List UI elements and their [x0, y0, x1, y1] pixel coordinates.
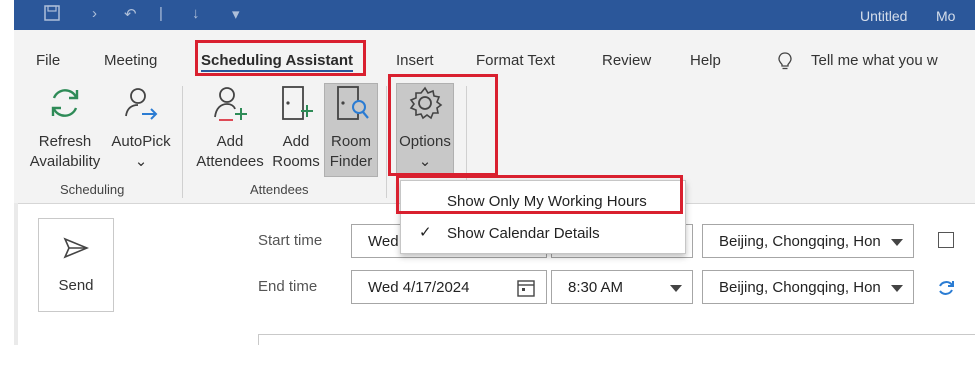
autopick-label: AutoPick — [111, 133, 171, 150]
checkmark-icon: ✓ — [419, 224, 432, 241]
calendar-icon[interactable] — [516, 278, 536, 302]
group-label-scheduling: Scheduling — [60, 182, 125, 197]
person-search-icon — [108, 84, 174, 128]
add-person-icon — [194, 84, 266, 128]
group-divider — [386, 86, 387, 198]
options-menu: Show Only My Working Hours ✓ Show Calend… — [400, 180, 686, 254]
title-bar: › ↶ | ↓ ▾ Untitled Mo — [14, 0, 975, 30]
tab-insert[interactable]: Insert — [396, 52, 434, 69]
add-rooms-label-2: Rooms — [272, 153, 320, 170]
message-body[interactable] — [258, 334, 975, 345]
room-finder-label-1: Room — [330, 133, 371, 150]
send-arrow-icon[interactable]: › — [92, 5, 97, 22]
end-time-dropdown[interactable]: 8:30 AM — [551, 270, 693, 304]
send-button[interactable]: Send — [38, 218, 114, 312]
room-search-icon — [325, 84, 377, 128]
dropdown-caret-icon — [891, 239, 903, 246]
add-attendees-button[interactable]: Add Attendees — [194, 84, 266, 172]
add-attendees-label-2: Attendees — [196, 153, 264, 170]
customize-icon[interactable]: ▾ — [232, 5, 240, 23]
tab-format-text[interactable]: Format Text — [476, 52, 555, 69]
add-room-icon — [268, 84, 324, 128]
refresh-icon — [26, 84, 104, 128]
separator-icon: | — [159, 5, 163, 22]
dropdown-caret-icon — [670, 285, 682, 292]
account-name[interactable]: Mo — [936, 8, 955, 24]
window-title: Untitled — [860, 8, 908, 24]
recurrence-icon[interactable] — [936, 278, 956, 303]
down-arrow-icon[interactable]: ↓ — [192, 5, 200, 22]
add-rooms-button[interactable]: Add Rooms — [268, 84, 324, 172]
end-timezone-dropdown[interactable]: Beijing, Chongqing, Hon — [702, 270, 914, 304]
end-timezone-value: Beijing, Chongqing, Hon — [719, 279, 881, 296]
tab-scheduling-assistant[interactable]: Scheduling Assistant — [201, 52, 353, 72]
send-label: Send — [58, 277, 94, 294]
options-button[interactable]: Options ⌄ — [396, 83, 454, 177]
menu-item-label: Show Calendar Details — [447, 225, 600, 242]
lightbulb-icon — [777, 52, 793, 74]
ribbon-tabs: File Meeting Scheduling Assistant Insert… — [14, 30, 975, 78]
chevron-down-icon: ⌄ — [134, 153, 148, 170]
outlook-window: › ↶ | ↓ ▾ Untitled Mo File Meeting Sched… — [14, 0, 975, 345]
left-rail — [14, 203, 18, 345]
end-time-label: End time — [258, 278, 318, 295]
all-day-checkbox[interactable] — [938, 232, 954, 248]
save-icon[interactable] — [44, 5, 60, 25]
gear-icon — [397, 84, 453, 128]
add-rooms-label-1: Add — [282, 133, 310, 150]
tab-file[interactable]: File — [36, 52, 60, 69]
menu-item-show-working-hours[interactable]: Show Only My Working Hours — [401, 185, 685, 217]
group-divider — [182, 86, 183, 198]
tell-me-search[interactable]: Tell me what you w — [811, 52, 938, 69]
end-date-value: Wed 4/17/2024 — [368, 279, 470, 296]
menu-item-show-calendar-details[interactable]: ✓ Show Calendar Details — [401, 217, 685, 249]
add-attendees-label-1: Add — [216, 133, 244, 150]
start-date-value: Wed — [368, 233, 399, 250]
start-timezone-value: Beijing, Chongqing, Hon — [719, 233, 881, 250]
room-finder-label-2: Finder — [329, 153, 373, 170]
tab-help[interactable]: Help — [690, 52, 721, 69]
room-finder-button[interactable]: Room Finder — [324, 83, 378, 177]
end-time-value: 8:30 AM — [568, 279, 624, 296]
start-timezone-dropdown[interactable]: Beijing, Chongqing, Hon — [702, 224, 914, 258]
tab-review[interactable]: Review — [602, 52, 651, 69]
menu-item-label: Show Only My Working Hours — [447, 193, 647, 210]
refresh-label-2: Availability — [29, 153, 101, 170]
group-label-attendees: Attendees — [250, 182, 309, 197]
chevron-down-icon: ⌄ — [418, 153, 432, 170]
refresh-availability-button[interactable]: Refresh Availability — [26, 84, 104, 172]
dropdown-caret-icon — [891, 285, 903, 292]
options-label: Options — [399, 133, 451, 150]
autopick-button[interactable]: AutoPick ⌄ — [108, 84, 174, 172]
undo-icon[interactable]: ↶ — [124, 5, 137, 23]
refresh-label-1: Refresh — [38, 133, 92, 150]
send-icon — [63, 237, 90, 264]
start-time-label: Start time — [258, 232, 323, 249]
tab-meeting[interactable]: Meeting — [104, 52, 157, 69]
end-date-input[interactable]: Wed 4/17/2024 — [351, 270, 547, 304]
